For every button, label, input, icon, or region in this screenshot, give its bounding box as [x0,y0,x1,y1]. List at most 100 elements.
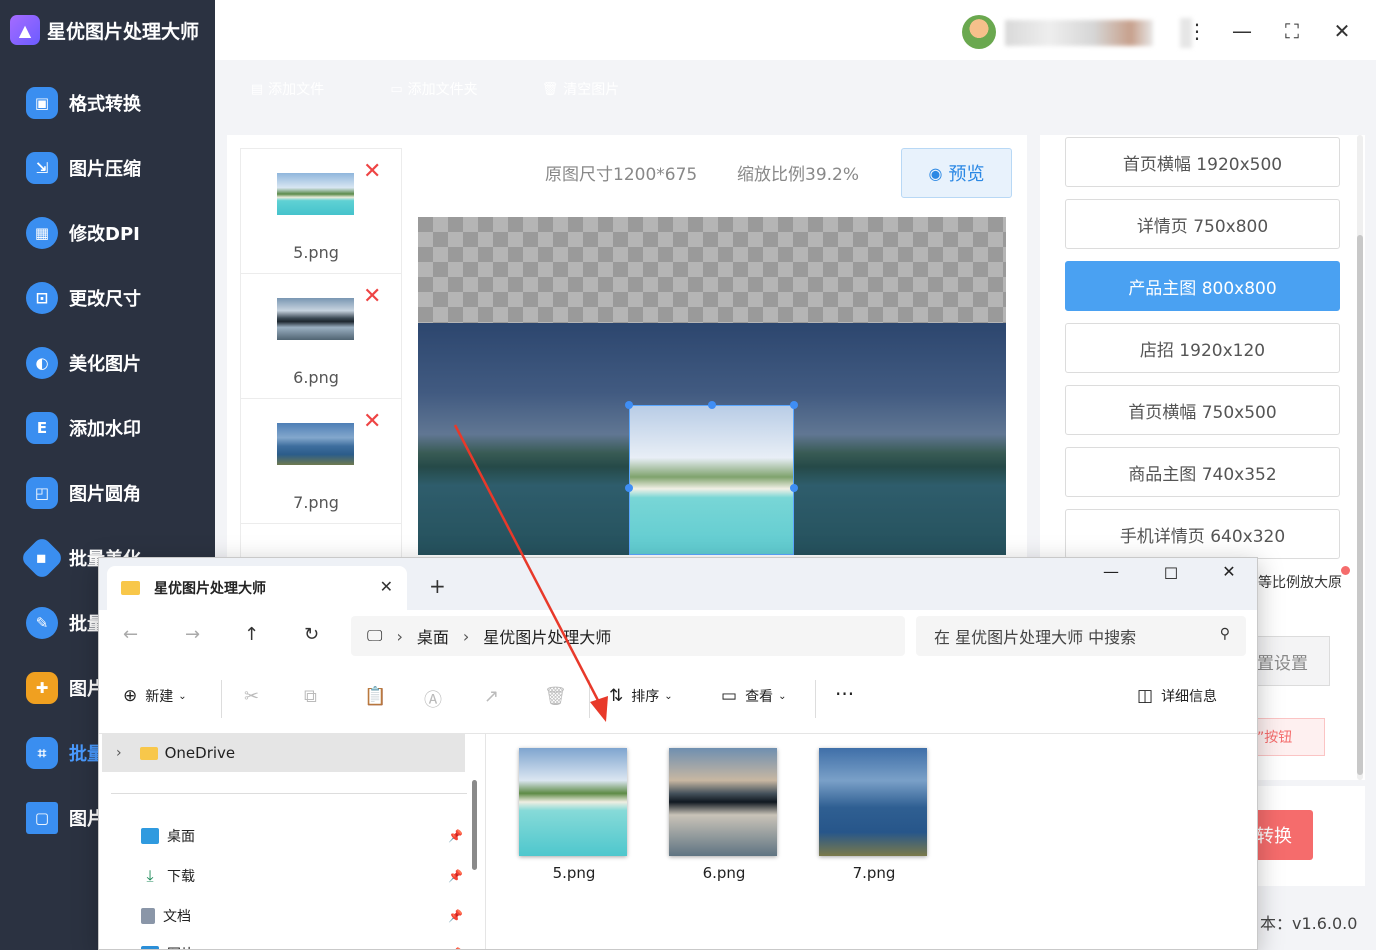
sidebar-item-dpi[interactable]: ▦ 修改DPI [0,203,215,263]
preset-product-main-800[interactable]: 产品主图 800x800 [1065,261,1340,311]
divider [111,793,467,794]
quick-access-documents[interactable]: 文档 📌 [141,906,463,926]
crop-handle-top-left[interactable] [625,401,633,409]
crop-handle-top-right[interactable] [790,401,798,409]
sidebar-item-label: 美化图片 [69,354,141,375]
close-icon[interactable]: ✕ [1325,14,1359,48]
delete-icon[interactable]: 🗑 [544,686,567,707]
version-text: 本：v1.6.0.0 [1260,914,1358,933]
file-thumbnail [519,748,627,856]
copy-icon[interactable]: ⧉ [304,686,317,707]
preset-scrollbar[interactable] [1357,235,1363,775]
image-convert-icon: ▣ [26,87,58,119]
quick-access-pictures[interactable]: 图片 📌 [141,944,463,949]
menu-icon[interactable]: ⋮ [1180,14,1214,48]
thumbnail-item[interactable]: ✕ 7.png [241,399,401,524]
delete-icon[interactable]: ✕ [363,286,381,308]
sidebar-item-label: 图片压缩 [69,159,141,180]
details-button[interactable]: ◫ 详细信息 [1137,686,1217,706]
new-tab-icon[interactable]: + [429,574,446,598]
maximize-icon[interactable]: ☐ [1151,564,1191,583]
explorer-tab[interactable]: 星优图片处理大师 ✕ [107,566,407,610]
view-button[interactable]: ▭ 查看 ⌄ [721,686,786,706]
add-file-button[interactable]: ▤ 添加文件 [227,69,348,109]
pane-divider [485,734,486,949]
avatar[interactable] [962,15,996,49]
preset-mobile-detail-640[interactable]: 手机详情页 640x320 [1065,509,1340,559]
pin-icon[interactable]: 📌 [448,909,463,923]
pin-icon[interactable]: 📌 [448,829,463,843]
preset-shop-sign-1920[interactable]: 店招 1920x120 [1065,323,1340,373]
nav-item-onedrive[interactable]: › OneDrive [102,734,465,772]
quick-access-desktop[interactable]: 桌面 📌 [141,826,463,846]
file-name: 7.png [852,864,896,882]
thumbnail-item[interactable]: ✕ 5.png [241,149,401,274]
pin-icon[interactable]: 📌 [448,869,463,883]
folder-icon: ▭ [390,81,403,97]
navigation-pane-scrollbar[interactable] [472,780,477,870]
preset-product-main-740[interactable]: 商品主图 740x352 [1065,447,1340,497]
sidebar-item-label: 添加水印 [69,419,141,440]
preview-button[interactable]: ◉ 预览 [901,148,1012,198]
clear-images-button[interactable]: 🗑 清空图片 [520,69,641,109]
crop-handle-left[interactable] [625,484,633,492]
sort-button[interactable]: ⇅ 排序 ⌄ [609,686,673,706]
delete-icon[interactable]: ✕ [363,161,381,183]
preset-home-banner-1920[interactable]: 首页横幅 1920x500 [1065,137,1340,187]
crop-canvas[interactable] [418,217,1006,555]
quick-access-downloads[interactable]: ⤓ 下载 📌 [141,866,463,886]
crop-handle-right[interactable] [790,484,798,492]
sidebar-item-format-convert[interactable]: ▣ 格式转换 [0,73,215,133]
zoom-ratio-text: 缩放比例39.2% [737,165,860,185]
file-item[interactable]: 5.png [519,748,629,882]
address-bar[interactable]: 🖵 › 桌面 › 星优图片处理大师 [351,616,905,656]
back-arrow-icon[interactable]: ← [123,624,138,645]
crop-selection[interactable] [625,401,798,555]
scale-option-text[interactable]: 等比例放大原 [1258,572,1342,592]
delete-icon[interactable]: ✕ [363,411,381,433]
trash-icon: 🗑 [541,81,559,97]
more-options-icon[interactable]: ··· [835,682,854,706]
paste-icon[interactable]: 📋 [364,686,386,707]
share-icon[interactable]: ↗ [484,686,499,707]
sidebar-item-beautify[interactable]: ◐ 美化图片 [0,333,215,393]
close-icon[interactable]: ✕ [1209,562,1249,581]
file-item[interactable]: 7.png [819,748,929,882]
rename-icon[interactable]: Ⓐ [424,686,442,712]
cut-icon[interactable]: ✂ [244,686,259,707]
preset-detail-750[interactable]: 详情页 750x800 [1065,199,1340,249]
explorer-navigation-bar: ← → ↑ ↻ 🖵 › 桌面 › 星优图片处理大师 在 星优图片处理大师 中搜索… [99,610,1257,664]
desktop-icon [141,828,159,844]
minimize-icon[interactable]: — [1091,562,1131,581]
forward-arrow-icon[interactable]: → [185,624,200,645]
chevron-right-icon: › [116,745,122,761]
refresh-icon[interactable]: ↻ [304,624,319,645]
preset-home-banner-750[interactable]: 首页横幅 750x500 [1065,385,1340,435]
crop-handle-top[interactable] [708,401,716,409]
clear-images-label: 清空图片 [563,82,620,98]
breadcrumb-folder[interactable]: 星优图片处理大师 [483,624,611,648]
chevron-down-icon: ⌄ [178,690,187,702]
add-folder-button[interactable]: ▭ 添加文件夹 [366,69,502,109]
sidebar-item-resize[interactable]: ⊡ 更改尺寸 [0,268,215,328]
details-label: 详细信息 [1161,689,1218,705]
search-input[interactable]: 在 星优图片处理大师 中搜索 ⚲ [916,616,1246,656]
thumbnail-item[interactable]: ✕ 6.png [241,274,401,399]
settings-button[interactable]: 置设置 [1250,636,1330,686]
file-thumbnail [819,748,927,856]
close-tab-icon[interactable]: ✕ [380,577,393,596]
file-item[interactable]: 6.png [669,748,779,882]
download-icon: ⤓ [146,866,154,885]
up-arrow-icon[interactable]: ↑ [244,624,259,645]
batch-beautify-icon: ◆ [19,535,65,581]
breadcrumb-desktop[interactable]: 桌面 [417,624,449,648]
batch-crop-icon: ⌗ [26,737,58,769]
sidebar-item-round-corner[interactable]: ◰ 图片圆角 [0,463,215,523]
new-button[interactable]: ⊕ 新建 ⌄ [123,686,187,706]
minimize-icon[interactable]: — [1225,14,1259,48]
frame-icon: ▢ [26,802,58,834]
sidebar-item-watermark[interactable]: E 添加水印 [0,398,215,458]
convert-button[interactable]: 转换 [1250,810,1313,860]
sidebar-item-compress[interactable]: ⇲ 图片压缩 [0,138,215,198]
maximize-icon[interactable]: ⛶ [1275,14,1309,48]
